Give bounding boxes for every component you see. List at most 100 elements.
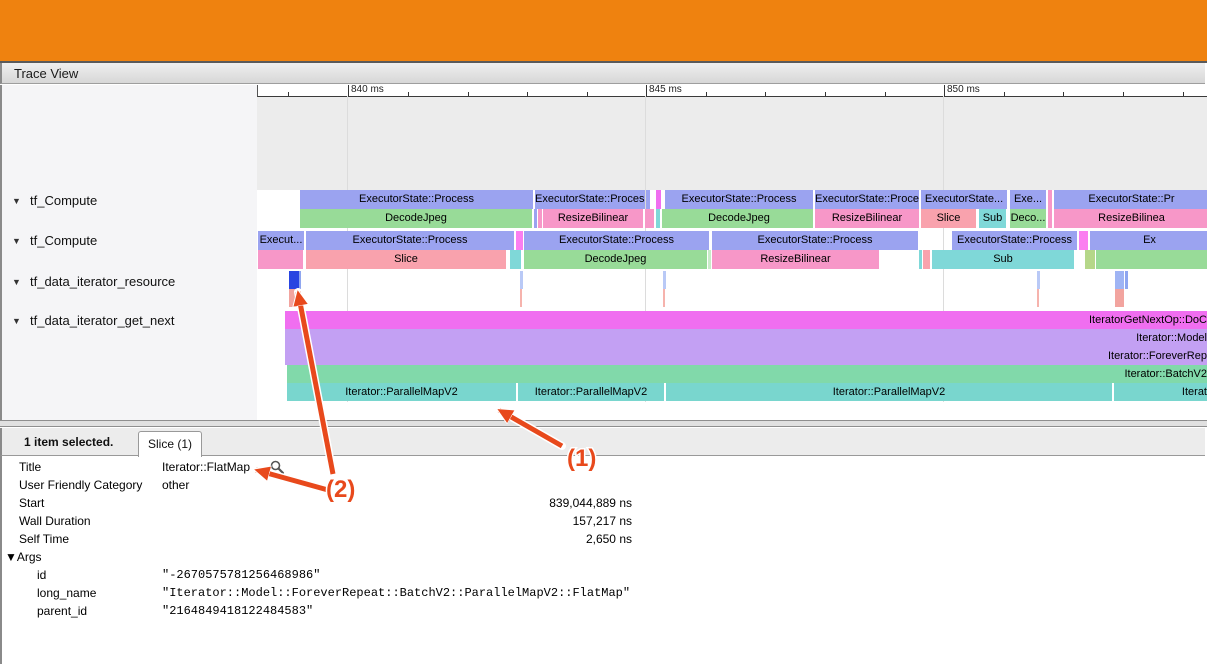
- trace-event-sliver[interactable]: [646, 190, 650, 209]
- timeline-canvas[interactable]: 840 ms845 ms850 ms ExecutorState::Proces…: [257, 85, 1207, 420]
- trace-event-bar[interactable]: Iterator::ParallelMapV2: [287, 383, 516, 401]
- tab-slice[interactable]: Slice (1): [138, 431, 202, 457]
- track-label: tf_Compute: [30, 233, 97, 248]
- trace-event-sliver[interactable]: [1048, 209, 1052, 228]
- trace-event-bar[interactable]: ExecutorState::Process: [300, 190, 533, 209]
- arg-row-id: id"-2670575781256468986": [2, 566, 1207, 584]
- trace-event-sliver[interactable]: [1085, 250, 1095, 269]
- trace-event-bar[interactable]: Iterator::ForeverRep: [285, 347, 1207, 365]
- trace-event-sliver[interactable]: [520, 271, 523, 289]
- trace-event-sliver[interactable]: [520, 289, 522, 307]
- arg-value: "Iterator::Model::ForeverRepeat::BatchV2…: [162, 586, 630, 600]
- detail-value: 157,217 ns: [332, 514, 632, 528]
- track-label: tf_data_iterator_get_next: [30, 313, 175, 328]
- trace-event-bar[interactable]: ExecutorState::Process: [712, 231, 918, 250]
- trace-event-bar[interactable]: Exe...: [1010, 190, 1046, 209]
- detail-row-wall-duration: Wall Duration157,217 ns: [2, 512, 1207, 530]
- trace-event-bar[interactable]: DecodeJpeg: [665, 209, 813, 228]
- trace-event-sliver[interactable]: [1096, 250, 1207, 269]
- trace-event-bar[interactable]: ExecutorState::Process: [306, 231, 514, 250]
- trace-event-bar[interactable]: Slice: [921, 209, 976, 228]
- trace-event-sliver[interactable]: [258, 250, 303, 269]
- args-section-header[interactable]: ▼Args: [2, 548, 1207, 566]
- trace-event-bar[interactable]: DecodeJpeg: [300, 209, 532, 228]
- timeline-row: Iterator::ParallelMapV2Iterator::Paralle…: [257, 383, 1207, 401]
- trace-event-sliver[interactable]: [1115, 271, 1124, 289]
- trace-event-bar[interactable]: Iterator::ParallelMapV2: [518, 383, 664, 401]
- trace-event-bar[interactable]: Iterator::BatchV2: [287, 365, 1207, 383]
- trace-event-bar[interactable]: Ex: [1090, 231, 1207, 250]
- trace-event-sliver[interactable]: [1115, 289, 1124, 307]
- trace-event-sliver[interactable]: [1037, 289, 1039, 307]
- trace-event-bar[interactable]: ExecutorState::Process: [665, 190, 813, 209]
- trace-event-sliver[interactable]: [538, 209, 542, 228]
- trace-event-bar[interactable]: Deco...: [1010, 209, 1046, 228]
- detail-value: Iterator::FlatMap: [162, 460, 250, 474]
- trace-event-bar[interactable]: ExecutorState::Process: [952, 231, 1077, 250]
- trace-event-sliver[interactable]: [1079, 231, 1088, 250]
- trace-event-sliver[interactable]: [510, 250, 521, 269]
- trace-event-sliver[interactable]: [645, 209, 654, 228]
- ruler-minor-tick: [288, 92, 289, 96]
- trace-event-sliver[interactable]: [663, 271, 666, 289]
- trace-event-sliver[interactable]: [656, 190, 661, 209]
- timeline-row: Slice DecodeJpeg ResizeBilinear Sub: [257, 250, 1207, 269]
- trace-event-bar[interactable]: ExecutorState::Process: [815, 190, 919, 209]
- trace-event-bar[interactable]: IteratorGetNextOp::DoC: [285, 311, 1207, 329]
- detail-row-start: Start839,044,889 ns: [2, 494, 1207, 512]
- trace-event-sliver[interactable]: [289, 271, 299, 289]
- trace-view-title-bar: Trace View: [0, 63, 1205, 84]
- trace-event-bar[interactable]: ResizeBilinear: [543, 209, 643, 228]
- trace-event-bar[interactable]: ResizeBilinear: [712, 250, 879, 269]
- arg-value: "2164849418122484583": [162, 604, 313, 618]
- ruler-tick-label: 845 ms: [649, 85, 682, 95]
- trace-event-sliver[interactable]: [708, 250, 711, 269]
- track-label: tf_data_iterator_resource: [30, 274, 175, 289]
- ruler-minor-tick: [1004, 92, 1005, 96]
- details-header: 1 item selected. Slice (1): [0, 428, 1205, 456]
- trace-event-bar[interactable]: Iterator::Model: [285, 329, 1207, 347]
- ruler-minor-tick: [587, 92, 588, 96]
- ruler-minor-tick: [885, 92, 886, 96]
- trace-event-sliver[interactable]: [923, 250, 930, 269]
- trace-event-bar[interactable]: DecodeJpeg: [524, 250, 707, 269]
- detail-row-user-friendly-category: User Friendly Categoryother: [2, 476, 1207, 494]
- trace-event-bar[interactable]: ResizeBilinear: [815, 209, 919, 228]
- trace-event-bar[interactable]: Execut...: [258, 231, 304, 250]
- trace-event-sliver[interactable]: [299, 271, 301, 289]
- trace-event-bar[interactable]: Iterator::ParallelMapV2: [666, 383, 1112, 401]
- arg-key: long_name: [37, 586, 96, 600]
- trace-event-bar[interactable]: ExecutorState...: [921, 190, 1007, 209]
- trace-event-sliver[interactable]: [919, 250, 922, 269]
- trace-event-sliver[interactable]: [289, 289, 299, 307]
- timeline-row: IteratorGetNextOp::DoC: [257, 311, 1207, 329]
- trace-event-bar[interactable]: ResizeBilinea: [1054, 209, 1207, 228]
- ruler-minor-tick: [468, 92, 469, 96]
- detail-label: Start: [19, 496, 44, 510]
- detail-value: other: [162, 478, 189, 492]
- panel-splitter[interactable]: [0, 420, 1207, 427]
- trace-event-sliver[interactable]: [1048, 190, 1052, 209]
- trace-event-sliver[interactable]: [1125, 271, 1128, 289]
- trace-event-bar[interactable]: Iterat: [1114, 383, 1207, 401]
- ruler-tick-label: 850 ms: [947, 85, 980, 95]
- timeline-row: [257, 289, 1207, 307]
- ruler-minor-tick: [706, 92, 707, 96]
- trace-event-sliver[interactable]: [1037, 271, 1040, 289]
- trace-event-bar[interactable]: Slice: [306, 250, 506, 269]
- timeline-empty-region: [257, 96, 1207, 190]
- top-banner: [0, 0, 1207, 63]
- trace-event-bar[interactable]: ExecutorState::Pr: [1054, 190, 1207, 209]
- ruler-major-tick: [348, 85, 349, 96]
- trace-event-sliver[interactable]: [656, 209, 660, 228]
- timeline-row: Iterator::Model: [257, 329, 1207, 347]
- ruler-major-tick: [944, 85, 945, 96]
- trace-event-sliver[interactable]: [534, 209, 537, 228]
- trace-event-bar[interactable]: ExecutorState::Process: [524, 231, 709, 250]
- trace-event-bar[interactable]: Sub: [932, 250, 1074, 269]
- trace-event-bar[interactable]: ExecutorState::Process: [535, 190, 645, 209]
- collapse-triangle-icon: ▼: [12, 277, 21, 287]
- trace-event-sliver[interactable]: [516, 231, 523, 250]
- trace-event-bar[interactable]: Sub: [979, 209, 1006, 228]
- trace-event-sliver[interactable]: [663, 289, 665, 307]
